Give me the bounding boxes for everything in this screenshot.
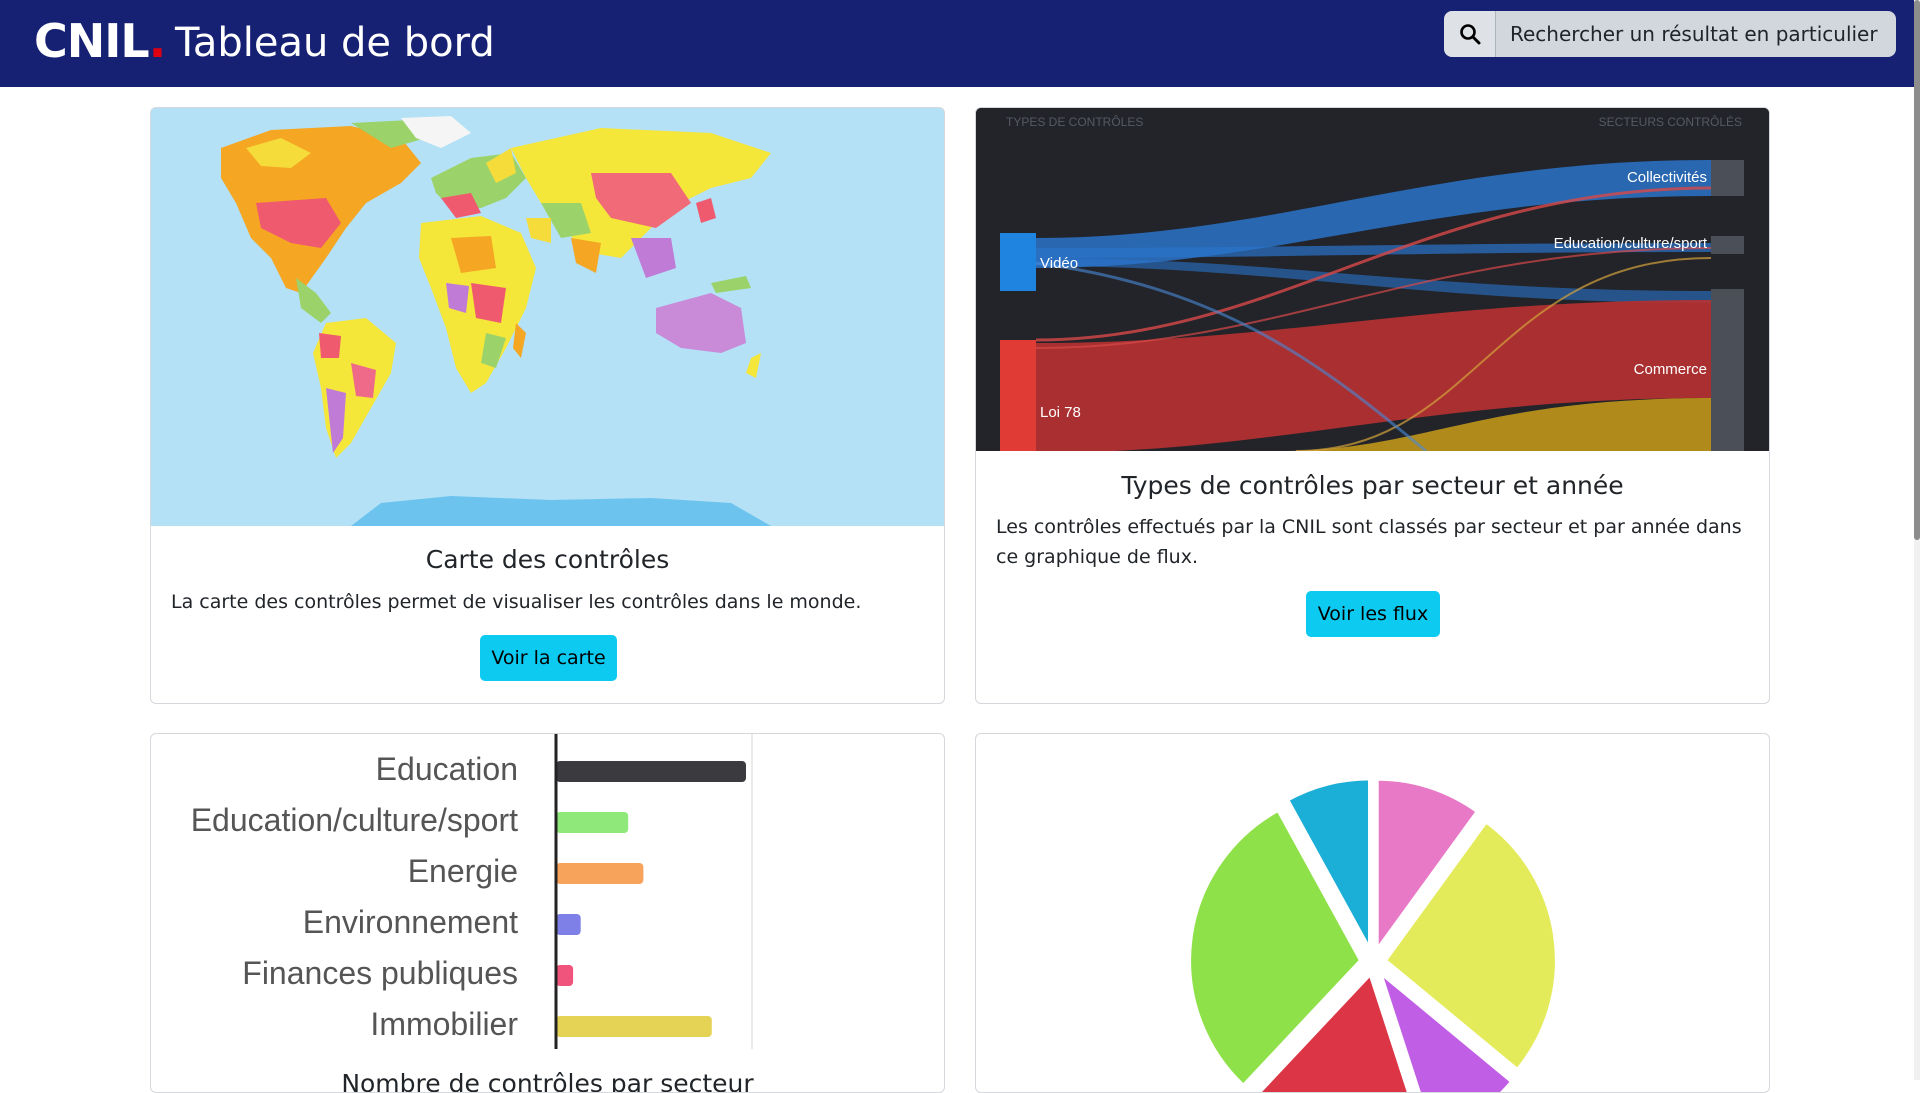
bar-label: Environnement (303, 904, 518, 940)
logo-dot: . (148, 14, 167, 68)
logo-text: CNIL (34, 14, 150, 68)
search-input[interactable] (1496, 11, 1896, 57)
bar (556, 863, 644, 884)
top-navbar: CNIL. Tableau de bord (0, 0, 1920, 87)
voir-les-flux-button[interactable]: Voir les flux (1306, 591, 1440, 637)
scrollbar[interactable] (1914, 0, 1920, 1080)
bar (556, 914, 581, 935)
bar (556, 965, 574, 986)
bar-chart: Education Education/culture/sport Energie E… (191, 734, 753, 1049)
flux-card-title: Types de contrôles par secteur et année (1121, 471, 1624, 500)
pie-chart (1187, 776, 1559, 1092)
bar (556, 761, 746, 782)
bar-label: Energie (408, 853, 518, 889)
map-card-text: La carte des contrôles permet de visuali… (171, 591, 862, 613)
pie-chart-card (975, 733, 1770, 1093)
page-title: Tableau de bord (175, 20, 495, 66)
map-card-title: Carte des contrôles (425, 545, 670, 574)
search-button[interactable] (1444, 11, 1496, 57)
sankey-left-header: TYPES DE CONTRÔLES (1006, 114, 1143, 129)
bar-card-title: Nombre de contrôles par secteur (341, 1069, 754, 1093)
flux-card-text: Les contrôles effectués par la CNIL sont… (996, 516, 1742, 568)
sankey-image: TYPES DE CONTRÔLES SECTEURS CONTRÔLÉS Vi… (976, 108, 1769, 453)
voir-la-carte-button[interactable]: Voir la carte (480, 635, 617, 681)
sankey-diagram: TYPES DE CONTRÔLES SECTEURS CONTRÔLÉS Vi… (976, 108, 1769, 453)
search-icon (1459, 24, 1480, 45)
scrollbar-thumb[interactable] (1914, 0, 1920, 540)
bar-label: Immobilier (370, 1006, 518, 1042)
bar (556, 1016, 712, 1037)
world-map-image (151, 108, 944, 526)
sankey-source-video: Vidéo (1040, 255, 1078, 272)
sankey-right-header: SECTEURS CONTRÔLÉS (1599, 114, 1742, 129)
sankey-source-loi78: Loi 78 (1040, 404, 1081, 421)
search-bar (1444, 11, 1896, 57)
sankey-target-collectivites: Collectivités (1627, 169, 1707, 186)
bar-label: Education (376, 751, 518, 787)
map-card: Carte des contrôles La carte des contrôl… (150, 107, 945, 704)
bar (556, 812, 629, 833)
bar-label: Finances publiques (242, 955, 518, 991)
sankey-target-education: Education/culture/sport (1554, 235, 1708, 252)
cnil-logo[interactable]: CNIL. (34, 14, 167, 68)
bar-chart-card: Education Education/culture/sport Energie E… (150, 733, 945, 1093)
flux-card: TYPES DE CONTRÔLES SECTEURS CONTRÔLÉS Vi… (975, 107, 1770, 704)
sankey-target-commerce: Commerce (1634, 361, 1707, 378)
world-map (151, 108, 944, 526)
bar-label: Education/culture/sport (191, 802, 518, 838)
